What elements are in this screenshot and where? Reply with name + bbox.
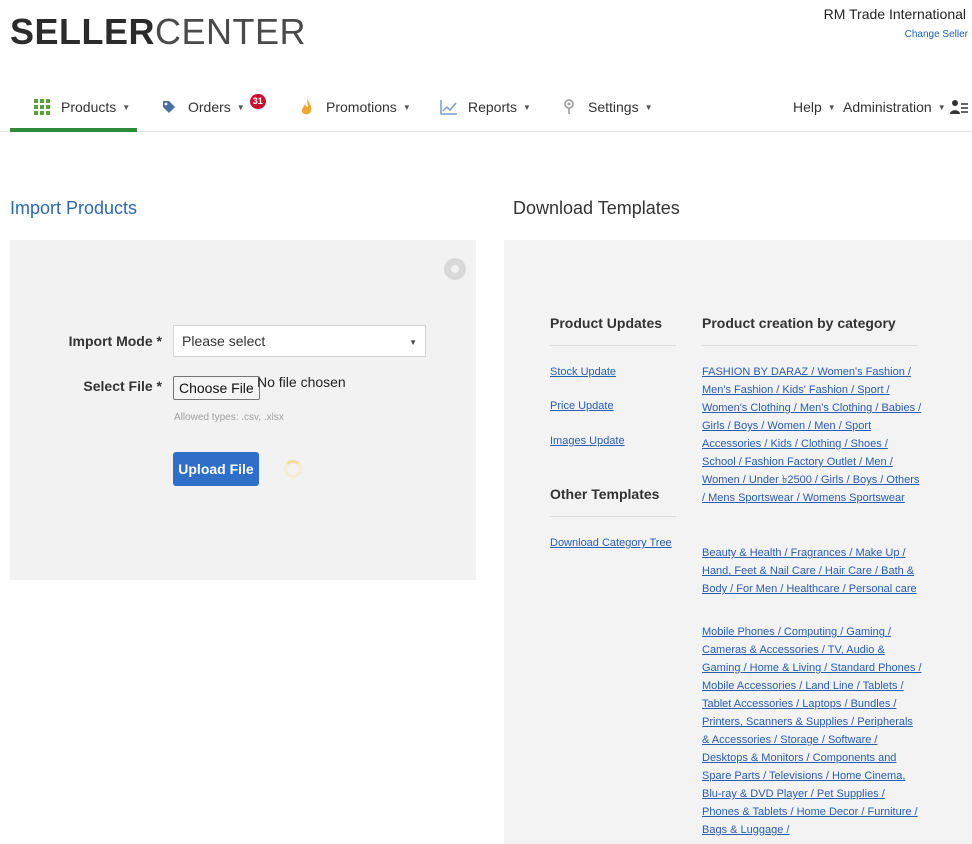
divider — [702, 345, 918, 346]
import-panel — [10, 240, 476, 580]
user-icon — [950, 98, 968, 116]
nav-promotions[interactable]: Promotions ▼ — [298, 92, 411, 122]
change-seller-link[interactable]: Change Seller — [905, 29, 968, 40]
nav-help[interactable]: Help ▼ — [793, 92, 836, 122]
gear-icon — [560, 98, 578, 116]
product-updates-title: Product Updates — [550, 315, 663, 331]
main-nav: Products ▼ Orders ▼ 31 Promotions ▼ Repo… — [0, 84, 972, 132]
category-template-link-electronics[interactable]: Mobile Phones / Computing / Gaming / Cam… — [702, 623, 922, 839]
chevron-down-icon: ▼ — [409, 338, 417, 347]
divider — [550, 516, 676, 517]
images-update-link[interactable]: Images Update — [550, 435, 625, 447]
seller-name: RM Trade International — [823, 6, 966, 22]
allowed-types-text: Allowed types: .csv, .xlsx — [174, 412, 284, 423]
orders-count-badge: 31 — [249, 93, 266, 109]
other-templates-title: Other Templates — [550, 486, 660, 502]
nav-administration-label: Administration — [843, 99, 932, 115]
user-menu[interactable] — [950, 92, 972, 122]
download-templates-title: Download Templates — [513, 198, 680, 218]
no-file-text: No file chosen — [257, 374, 346, 390]
nav-promotions-label: Promotions — [326, 99, 397, 115]
caret-down-icon: ▼ — [644, 102, 653, 112]
seller-center-logo[interactable]: SELLERCENTER — [10, 12, 306, 52]
logo-light-text: CENTER — [155, 11, 307, 52]
chart-icon — [440, 98, 458, 116]
nav-orders-label: Orders — [188, 99, 231, 115]
promotion-icon — [298, 98, 316, 116]
caret-down-icon: ▼ — [122, 102, 131, 112]
price-update-link[interactable]: Price Update — [550, 400, 614, 412]
upload-file-button[interactable]: Upload File — [173, 452, 259, 486]
nav-administration[interactable]: Administration ▼ — [843, 92, 946, 122]
tag-icon — [160, 98, 178, 116]
nav-settings-label: Settings — [588, 99, 639, 115]
nav-products[interactable]: Products ▼ — [33, 92, 130, 122]
caret-down-icon: ▼ — [236, 102, 245, 112]
category-template-link-fashion[interactable]: FASHION BY DARAZ / Women's Fashion / Men… — [702, 363, 922, 507]
settings-gear-icon[interactable] — [444, 258, 466, 280]
nav-orders[interactable]: Orders ▼ 31 — [160, 92, 266, 122]
loading-spinner-icon — [284, 460, 302, 478]
product-creation-title: Product creation by category — [702, 315, 896, 331]
caret-down-icon: ▼ — [937, 102, 946, 112]
grid-icon — [33, 98, 51, 116]
stock-update-link[interactable]: Stock Update — [550, 366, 616, 378]
import-mode-value: Please select — [182, 333, 266, 349]
divider — [550, 345, 676, 346]
caret-down-icon: ▼ — [827, 102, 836, 112]
choose-file-button[interactable]: Choose File — [173, 376, 260, 400]
import-products-title: Import Products — [10, 198, 138, 218]
nav-products-label: Products — [61, 99, 117, 115]
nav-reports[interactable]: Reports ▼ — [440, 92, 531, 122]
import-mode-select[interactable]: Please select ▼ — [173, 325, 426, 357]
caret-down-icon: ▼ — [523, 102, 531, 112]
nav-active-indicator — [10, 128, 137, 132]
select-file-label: Select File * — [83, 378, 162, 394]
nav-help-label: Help — [793, 99, 822, 115]
nav-settings[interactable]: Settings ▼ — [560, 92, 653, 122]
category-template-link-beauty[interactable]: Beauty & Health / Fragrances / Make Up /… — [702, 544, 922, 598]
nav-reports-label: Reports — [468, 99, 518, 115]
logo-bold-text: SELLER — [10, 11, 156, 52]
import-mode-label: Import Mode * — [68, 333, 162, 349]
download-category-tree-link[interactable]: Download Category Tree — [550, 537, 672, 549]
caret-down-icon: ▼ — [402, 102, 411, 112]
